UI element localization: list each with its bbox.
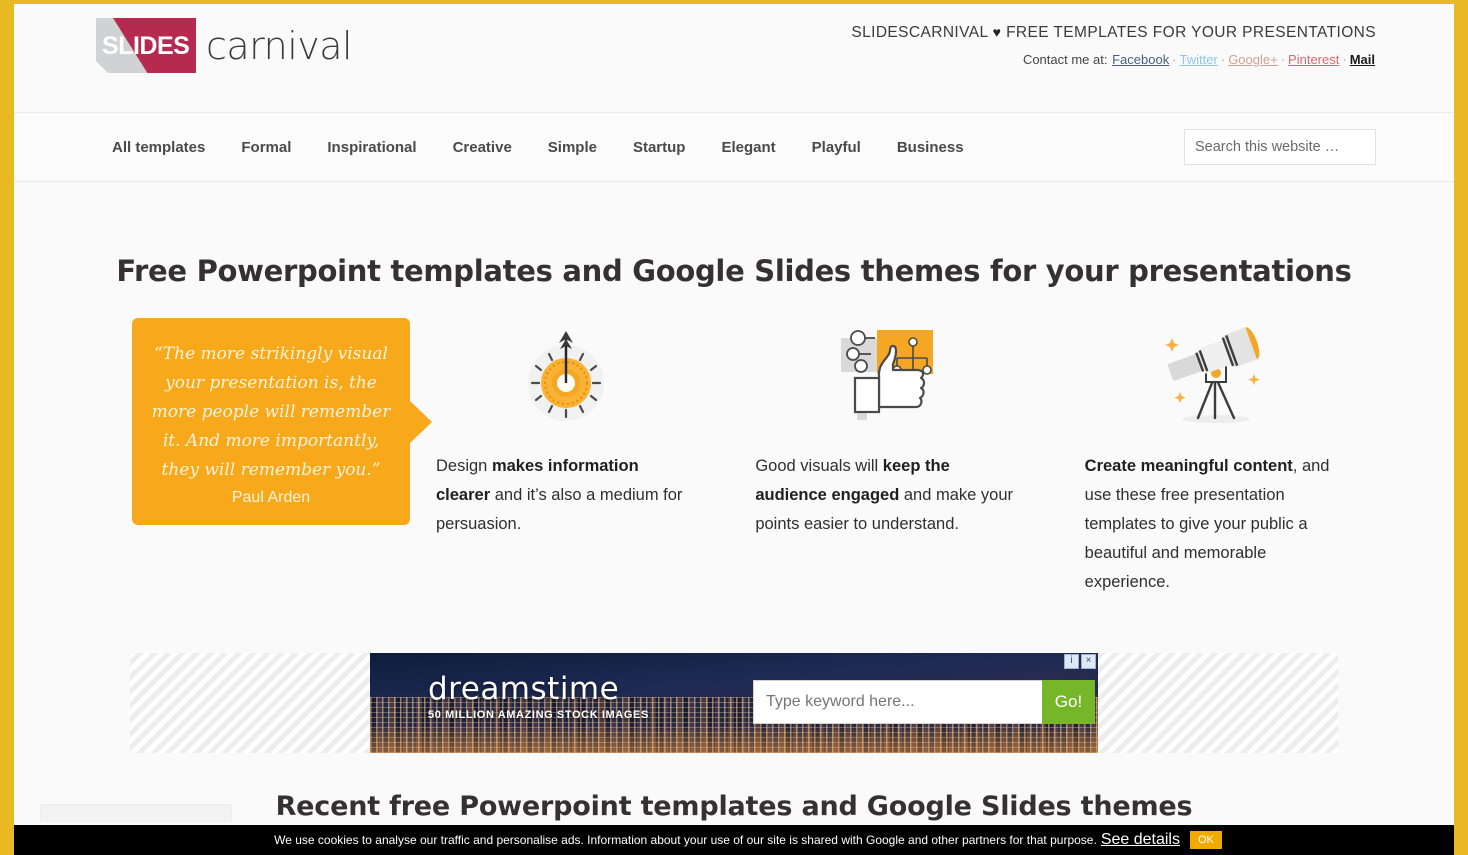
site-header: SLIDES carnival SLIDESCARNIVAL ♥ FREE TE… — [14, 4, 1454, 113]
logo-wordmark: carnival — [206, 23, 353, 68]
nav-list: All templates Formal Inspirational Creat… — [112, 113, 964, 181]
target-arrow-icon — [436, 318, 695, 430]
feature-text-3: Create meaningful content, and use these… — [1085, 452, 1344, 597]
contact-separator: · — [1342, 52, 1347, 67]
feature-column-1: Design makes information clearer and it’… — [410, 318, 721, 539]
nav-item-all-templates[interactable]: All templates — [112, 139, 205, 156]
header-right: SLIDESCARNIVAL ♥ FREE TEMPLATES FOR YOUR… — [851, 24, 1376, 67]
cookie-details-link[interactable]: See details — [1101, 831, 1180, 849]
quote-callout: “The more strikingly visual your present… — [132, 318, 432, 525]
feature-column-2: Good visuals will keep the audience enga… — [721, 318, 1040, 539]
tagline-suffix: FREE TEMPLATES FOR YOUR PRESENTATIONS — [1006, 24, 1376, 41]
search-input[interactable] — [1184, 129, 1376, 165]
feature-1-lead: Design — [436, 457, 492, 475]
logo-badge-text: SLIDES — [102, 32, 190, 60]
contact-link-mail[interactable]: Mail — [1350, 52, 1375, 67]
ad-keyword-input[interactable] — [753, 680, 1053, 724]
contact-link-pinterest[interactable]: Pinterest — [1288, 52, 1339, 67]
ad-skyline-glow — [370, 723, 1098, 753]
page-frame: SLIDES carnival SLIDESCARNIVAL ♥ FREE TE… — [0, 0, 1468, 855]
nav-item-formal[interactable]: Formal — [241, 139, 291, 156]
feature-2-lead: Good visuals will — [755, 457, 883, 475]
contact-link-facebook[interactable]: Facebook — [1112, 52, 1169, 67]
ad-brand: dreamstime 50 MILLION AMAZING STOCK IMAG… — [428, 671, 649, 721]
feature-3-bold: Create meaningful content — [1084, 457, 1293, 475]
contact-links-row: Contact me at: Facebook · Twitter · Google+ ·… — [851, 52, 1376, 67]
dreamstime-ad-banner[interactable]: dreamstime 50 MILLION AMAZING STOCK IMAG… — [370, 653, 1098, 753]
contact-link-twitter[interactable]: Twitter — [1180, 52, 1218, 67]
ad-badges: i × — [1064, 654, 1096, 669]
page-content: SLIDES carnival SLIDESCARNIVAL ♥ FREE TE… — [14, 4, 1454, 855]
contact-separator: · — [1172, 52, 1177, 67]
advertisement-region: dreamstime 50 MILLION AMAZING STOCK IMAG… — [130, 653, 1338, 753]
quote-text: “The more strikingly visual your present… — [151, 344, 391, 480]
ad-info-icon[interactable]: i — [1064, 654, 1079, 669]
nav-item-simple[interactable]: Simple — [548, 139, 597, 156]
ad-brand-name: dreamstime — [428, 671, 620, 707]
cookie-consent-bar: We use cookies to analyse our traffic an… — [14, 825, 1454, 855]
nav-item-playful[interactable]: Playful — [812, 139, 861, 156]
quote-column: “The more strikingly visual your present… — [132, 318, 432, 525]
ad-go-button[interactable]: Go! — [1042, 680, 1095, 724]
nav-item-elegant[interactable]: Elegant — [721, 139, 775, 156]
nav-item-business[interactable]: Business — [897, 139, 964, 156]
slides-logo-icon: SLIDES — [96, 18, 196, 73]
ad-brand-subtitle: 50 MILLION AMAZING STOCK IMAGES — [428, 709, 649, 721]
nav-item-startup[interactable]: Startup — [633, 139, 686, 156]
tagline-prefix: SLIDESCARNIVAL — [851, 24, 988, 41]
site-tagline: SLIDESCARNIVAL ♥ FREE TEMPLATES FOR YOUR… — [851, 24, 1376, 42]
thumbs-up-icon — [755, 318, 1014, 430]
contact-link-googleplus[interactable]: Google+ — [1228, 52, 1278, 67]
feature-column-3: Create meaningful content, and use these… — [1041, 318, 1354, 597]
nav-item-inspirational[interactable]: Inspirational — [327, 139, 416, 156]
page-title: Free Powerpoint templates and Google Sli… — [116, 254, 1352, 288]
telescope-icon — [1085, 318, 1344, 430]
heart-icon: ♥ — [992, 24, 1002, 40]
ad-close-icon[interactable]: × — [1081, 654, 1096, 669]
template-thumbnail-placeholder[interactable] — [40, 804, 232, 822]
main-content: Free Powerpoint templates and Google Sli… — [14, 182, 1454, 822]
cookie-message: We use cookies to analyse our traffic an… — [274, 833, 1097, 847]
features-section: “The more strikingly visual your present… — [114, 318, 1354, 597]
contact-separator: · — [1220, 52, 1226, 67]
feature-text-2: Good visuals will keep the audience enga… — [755, 452, 1014, 539]
quote-author: Paul Arden — [231, 489, 311, 506]
site-logo[interactable]: SLIDES carnival — [96, 18, 353, 73]
nav-item-creative[interactable]: Creative — [453, 139, 512, 156]
feature-text-1: Design makes information clearer and it’… — [436, 452, 695, 539]
primary-navigation: All templates Formal Inspirational Creat… — [14, 113, 1454, 182]
contact-label: Contact me at: — [1022, 52, 1108, 67]
contact-separator: · — [1280, 52, 1286, 67]
cookie-ok-button[interactable]: OK — [1189, 831, 1222, 849]
feature-3-rest: , and use these free presentation templa… — [1084, 457, 1330, 591]
